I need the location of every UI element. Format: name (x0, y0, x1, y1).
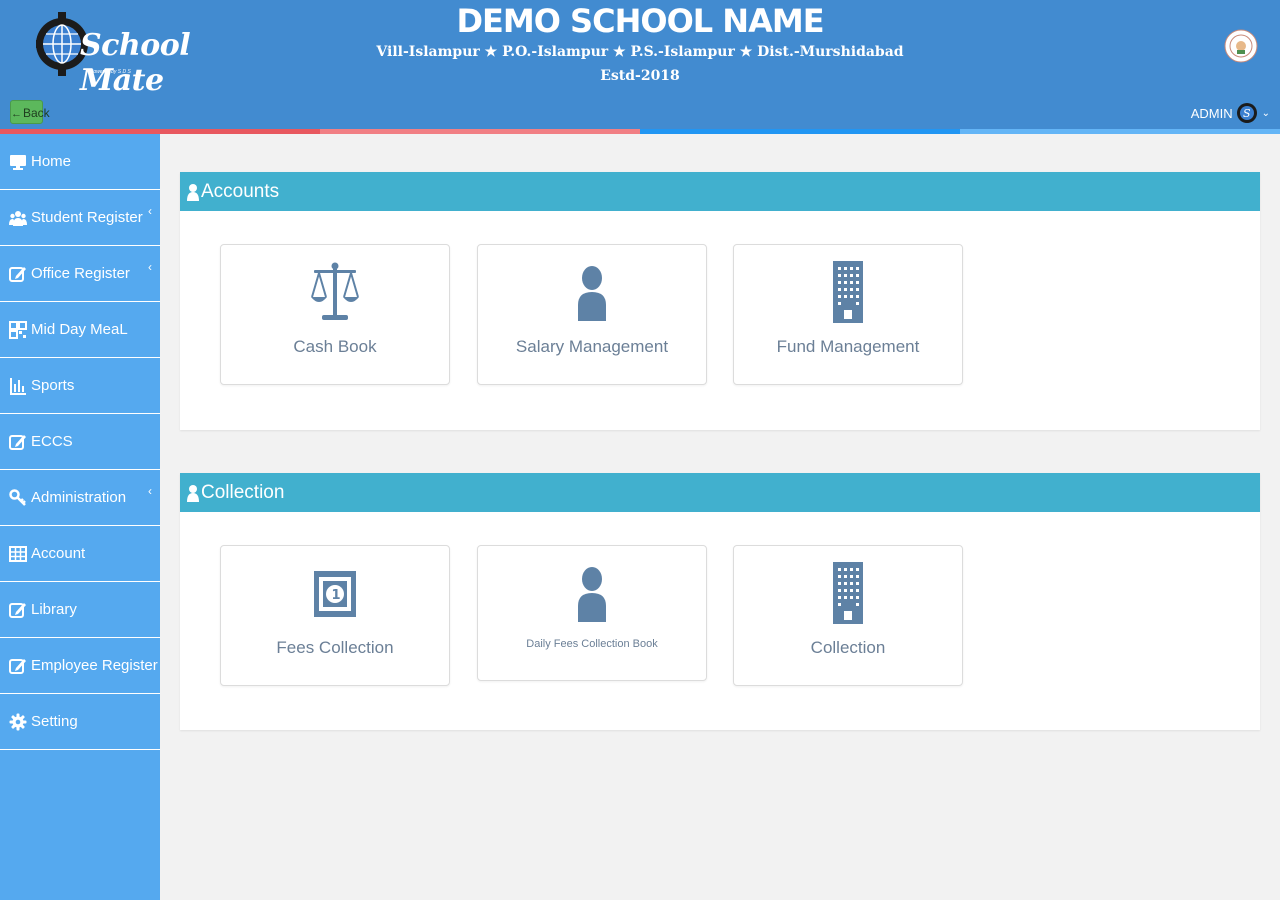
avatar: S (1236, 103, 1257, 123)
fund-management-label: Fund Management (776, 337, 920, 356)
arrow-left-icon: ← (11, 108, 22, 120)
accounts-panel-header: Accounts (180, 172, 1260, 211)
sidebar-item-label: Sports (31, 377, 75, 394)
user-menu[interactable]: ADMIN S ⌄ (1191, 100, 1270, 126)
back-button-label: Back (23, 106, 50, 120)
fees-collection-label: Fees Collection (276, 638, 394, 657)
fund-management-card[interactable]: Fund Management (733, 244, 963, 385)
app-header: School Mate Powered by S D S DEMO SCHOOL… (0, 0, 1280, 129)
edit-icon (9, 434, 26, 450)
bar-chart-icon (10, 377, 26, 395)
user-icon (578, 266, 606, 321)
sidebar: Home Student Register ‹ Office Register … (0, 134, 160, 900)
sidebar-item-setting[interactable]: Setting (0, 694, 160, 750)
collection-panel-header: Collection (180, 473, 1260, 512)
sidebar-item-account[interactable]: Account (0, 526, 160, 582)
header-color-bar-3 (640, 129, 960, 134)
header-color-bar-4 (960, 129, 1280, 134)
sidebar-item-label: ECCS (31, 433, 73, 450)
daily-fees-collection-book-card[interactable]: Daily Fees Collection Book (477, 545, 707, 681)
fees-collection-card[interactable]: 1 Fees Collection (220, 545, 450, 686)
chevron-left-icon: ‹ (148, 260, 152, 274)
sidebar-item-label: Employee Register (31, 657, 158, 674)
gear-icon (9, 713, 27, 730)
user-icon (187, 484, 199, 502)
sidebar-item-label: Account (31, 545, 86, 562)
user-name: ADMIN (1190, 105, 1233, 121)
qrcode-icon (9, 320, 27, 339)
collection-panel-title: Collection (201, 481, 285, 503)
sidebar-item-office-register[interactable]: Office Register ‹ (0, 246, 160, 302)
daily-fees-collection-book-label: Daily Fees Collection Book (526, 638, 658, 650)
users-icon (9, 210, 27, 226)
sidebar-item-home[interactable]: Home (0, 134, 160, 190)
collection-card[interactable]: Collection (733, 545, 963, 686)
building-icon (833, 562, 863, 624)
key-icon (9, 488, 26, 506)
sidebar-item-library[interactable]: Library (0, 582, 160, 638)
school-name: DEMO SCHOOL NAME (456, 2, 824, 40)
accounts-panel-title: Accounts (201, 180, 280, 202)
cash-book-card[interactable]: Cash Book (220, 244, 450, 385)
edit-icon (9, 658, 26, 674)
sidebar-item-label: Student Register (31, 209, 143, 226)
chevron-down-icon: ⌄ (1261, 107, 1270, 119)
building-icon (833, 261, 863, 323)
cash-book-label: Cash Book (293, 337, 377, 356)
back-button[interactable]: ←Back (10, 100, 50, 124)
chevron-left-icon: ‹ (148, 484, 152, 498)
balance-scale-icon (311, 262, 359, 320)
sidebar-item-label: Library (31, 601, 77, 618)
user-icon (187, 183, 199, 201)
sidebar-item-administration[interactable]: Administration ‹ (0, 470, 160, 526)
sidebar-item-label: Administration (31, 489, 127, 506)
salary-management-card[interactable]: Salary Management (477, 244, 707, 385)
money-bill-icon: 1 (314, 571, 356, 617)
monitor-icon (10, 154, 26, 170)
svg-text:1: 1 (332, 588, 341, 603)
school-established: Estd-2018 (600, 68, 680, 84)
collection-label: Collection (810, 638, 886, 657)
chevron-left-icon: ‹ (148, 204, 152, 218)
svg-text:S: S (1243, 107, 1251, 120)
school-address: Vill-Islampur ★ P.O.-Islampur ★ P.S.-Isl… (376, 44, 904, 60)
collection-panel: Collection 1 Fees Collection Daily Fees … (180, 473, 1260, 730)
edit-icon (9, 266, 26, 282)
sidebar-item-label: Office Register (31, 265, 130, 282)
edit-icon (9, 602, 26, 618)
sidebar-item-sports[interactable]: Sports (0, 358, 160, 414)
salary-management-label: Salary Management (515, 337, 669, 356)
sidebar-item-label: Setting (31, 713, 78, 730)
user-icon (578, 567, 606, 622)
sidebar-item-student-register[interactable]: Student Register ‹ (0, 190, 160, 246)
table-icon (9, 545, 27, 562)
sidebar-item-label: Home (31, 153, 72, 170)
sidebar-item-employee-register[interactable]: Employee Register (0, 638, 160, 694)
sidebar-item-eccs[interactable]: ECCS (0, 414, 160, 470)
school-seal-icon (1224, 29, 1258, 63)
sidebar-item-label: Mid Day MeaL (31, 321, 128, 338)
header-color-bar-2 (320, 129, 640, 134)
sidebar-item-mid-day-meal[interactable]: Mid Day MeaL (0, 302, 160, 358)
accounts-panel: Accounts Cash Book Salary Management Fun… (180, 172, 1260, 430)
